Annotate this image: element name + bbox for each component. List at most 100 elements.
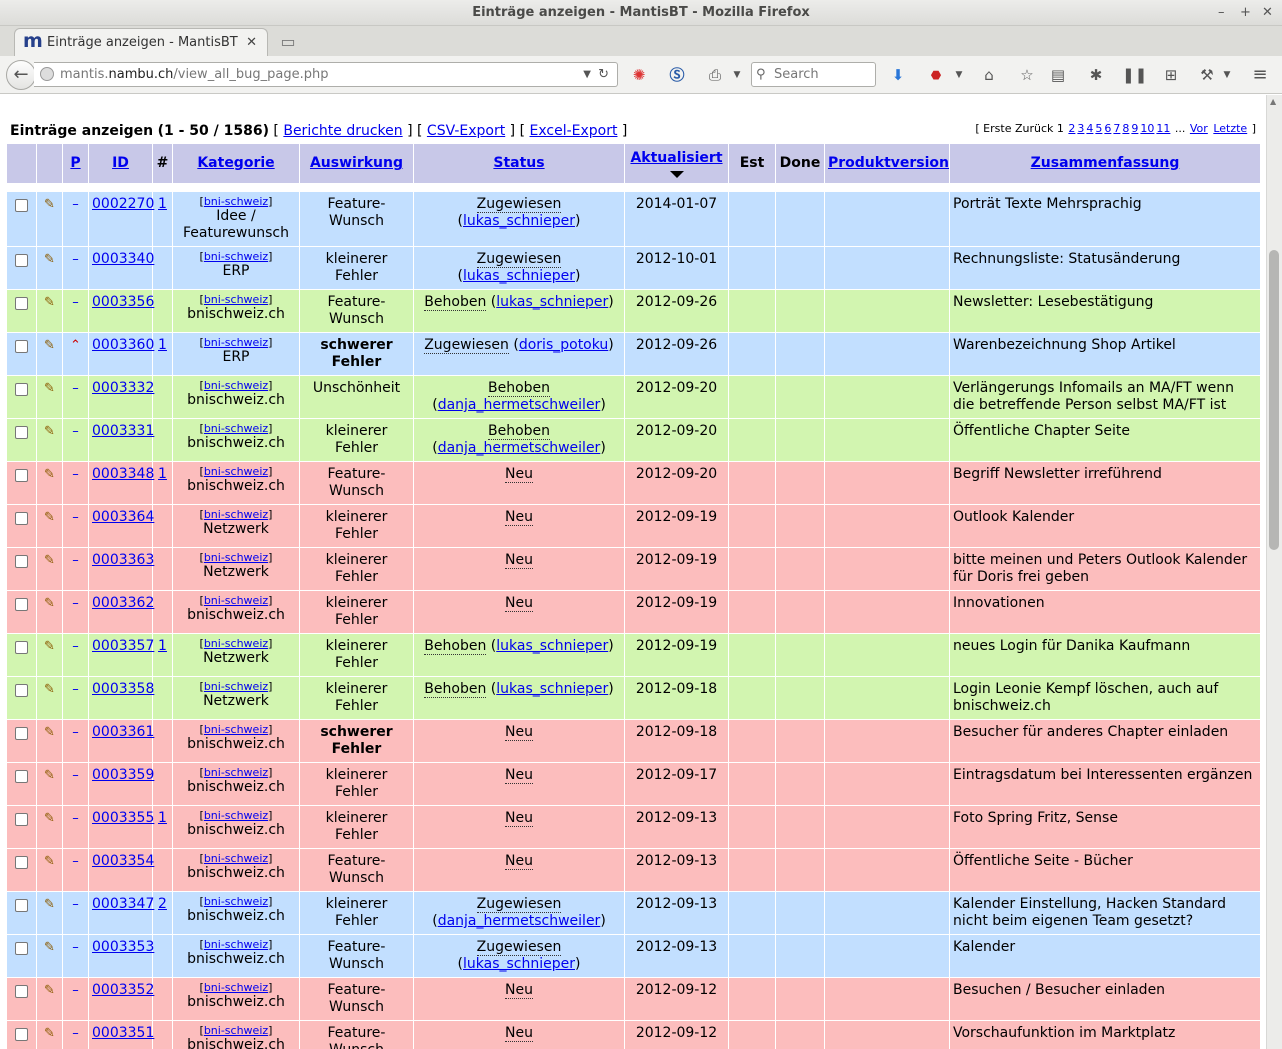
project-link[interactable]: bni-schweiz	[204, 422, 268, 435]
page-link[interactable]: 2	[1068, 122, 1075, 135]
project-link[interactable]: bni-schweiz	[204, 250, 268, 263]
edit-pencil-icon[interactable]: ✎	[44, 811, 55, 826]
handler-link[interactable]: lukas_schnieper	[463, 956, 575, 972]
edit-pencil-icon[interactable]: ✎	[44, 596, 55, 611]
project-link[interactable]: bni-schweiz	[204, 637, 268, 650]
page-link[interactable]: 4	[1086, 122, 1093, 135]
download-icon[interactable]: ⬇	[887, 64, 909, 86]
sort-updated-link[interactable]: Aktualisiert	[630, 150, 722, 166]
handler-link[interactable]: lukas_schnieper	[496, 638, 608, 654]
sort-category-link[interactable]: Kategorie	[197, 155, 274, 171]
bug-id-link[interactable]: 0003332	[92, 380, 154, 396]
bug-id-link[interactable]: 0003361	[92, 724, 154, 740]
url-dropdown-icon[interactable]: ▼	[583, 63, 591, 86]
back-button[interactable]: ←	[6, 60, 36, 90]
edit-pencil-icon[interactable]: ✎	[44, 682, 55, 697]
maximize-icon[interactable]: +	[1240, 0, 1251, 26]
project-link[interactable]: bni-schweiz	[204, 852, 268, 865]
excel-export-link[interactable]: Excel-Export	[530, 123, 618, 139]
row-checkbox[interactable]	[15, 297, 28, 310]
project-link[interactable]: bni-schweiz	[204, 680, 268, 693]
row-checkbox[interactable]	[15, 727, 28, 740]
bug-id-link[interactable]: 0003360	[92, 337, 154, 353]
print-reports-link[interactable]: Berichte drucken	[283, 123, 402, 139]
scrollbar-thumb[interactable]	[1269, 250, 1279, 550]
edit-pencil-icon[interactable]: ✎	[44, 510, 55, 525]
edit-pencil-icon[interactable]: ✎	[44, 639, 55, 654]
project-link[interactable]: bni-schweiz	[204, 594, 268, 607]
bug-id-link[interactable]: 0003348	[92, 466, 154, 482]
bug-id-link[interactable]: 0003355	[92, 810, 154, 826]
sort-summary-link[interactable]: Zusammenfassung	[1031, 155, 1180, 171]
row-checkbox[interactable]	[15, 426, 28, 439]
bug-id-link[interactable]: 0003352	[92, 982, 154, 998]
project-link[interactable]: bni-schweiz	[204, 293, 268, 306]
edit-pencil-icon[interactable]: ✎	[44, 424, 55, 439]
project-link[interactable]: bni-schweiz	[204, 379, 268, 392]
row-checkbox[interactable]	[15, 199, 28, 212]
edit-pencil-icon[interactable]: ✎	[44, 553, 55, 568]
row-checkbox[interactable]	[15, 598, 28, 611]
pagination-last-link[interactable]: Letzte	[1213, 122, 1247, 135]
row-checkbox[interactable]	[15, 985, 28, 998]
row-checkbox[interactable]	[15, 1028, 28, 1041]
project-link[interactable]: bni-schweiz	[204, 938, 268, 951]
project-link[interactable]: bni-schweiz	[204, 1024, 268, 1037]
row-checkbox[interactable]	[15, 856, 28, 869]
print-dropdown-icon[interactable]: ▼	[726, 64, 748, 86]
bug-id-link[interactable]: 0003347	[92, 896, 154, 912]
project-link[interactable]: bni-schweiz	[204, 981, 268, 994]
project-link[interactable]: bni-schweiz	[204, 465, 268, 478]
home-icon[interactable]: ⌂	[978, 64, 1000, 86]
row-checkbox[interactable]	[15, 469, 28, 482]
row-checkbox[interactable]	[15, 899, 28, 912]
edit-pencil-icon[interactable]: ✎	[44, 983, 55, 998]
edit-pencil-icon[interactable]: ✎	[44, 197, 55, 212]
sort-id-link[interactable]: ID	[112, 155, 129, 171]
notes-count-link[interactable]: 1	[158, 196, 167, 212]
bug-id-link[interactable]: 0003362	[92, 595, 154, 611]
menu-icon[interactable]: ≡	[1249, 64, 1271, 86]
project-link[interactable]: bni-schweiz	[204, 508, 268, 521]
page-link[interactable]: 5	[1095, 122, 1102, 135]
search-input[interactable]: ⚲ Search	[751, 62, 876, 87]
page-link[interactable]: 9	[1131, 122, 1138, 135]
addon-red-icon[interactable]: ✺	[628, 64, 650, 86]
close-window-icon[interactable]: ✕	[1262, 0, 1273, 26]
handler-link[interactable]: danja_hermetschweiler	[438, 397, 601, 413]
bug-id-link[interactable]: 0003354	[92, 853, 154, 869]
edit-pencil-icon[interactable]: ✎	[44, 381, 55, 396]
edit-pencil-icon[interactable]: ✎	[44, 295, 55, 310]
row-checkbox[interactable]	[15, 383, 28, 396]
bug-id-link[interactable]: 0003359	[92, 767, 154, 783]
project-link[interactable]: bni-schweiz	[204, 809, 268, 822]
row-checkbox[interactable]	[15, 770, 28, 783]
row-checkbox[interactable]	[15, 942, 28, 955]
browser-tab[interactable]: m Einträge anzeigen - MantisBT ✕	[14, 28, 268, 57]
notes-count-link[interactable]: 1	[158, 638, 167, 654]
page-link[interactable]: 3	[1077, 122, 1084, 135]
project-link[interactable]: bni-schweiz	[204, 551, 268, 564]
bug-id-link[interactable]: 0003358	[92, 681, 154, 697]
print-icon[interactable]: ⎙	[704, 64, 726, 86]
bookmark-star-icon[interactable]: ☆	[1016, 64, 1038, 86]
page-link[interactable]: 7	[1113, 122, 1120, 135]
edit-pencil-icon[interactable]: ✎	[44, 725, 55, 740]
new-tab-icon[interactable]: ▭	[276, 30, 300, 54]
bug-id-link[interactable]: 0003353	[92, 939, 154, 955]
url-bar[interactable]: mantis.nambu.ch/view_all_bug_page.php ▼ …	[34, 62, 618, 87]
tools-icon[interactable]: ⚒	[1196, 64, 1218, 86]
sort-priority-link[interactable]: P	[70, 155, 80, 171]
bug-id-link[interactable]: 0002270	[92, 196, 154, 212]
handler-link[interactable]: lukas_schnieper	[496, 294, 608, 310]
sort-version-link[interactable]: Produktversion	[828, 155, 949, 171]
firebug-icon[interactable]: ✱	[1085, 64, 1107, 86]
bookmarks-list-icon[interactable]: ▤	[1047, 64, 1069, 86]
row-checkbox[interactable]	[15, 512, 28, 525]
edit-pencil-icon[interactable]: ✎	[44, 940, 55, 955]
handler-link[interactable]: lukas_schnieper	[496, 681, 608, 697]
notes-count-link[interactable]: 1	[158, 337, 167, 353]
row-checkbox[interactable]	[15, 555, 28, 568]
close-tab-icon[interactable]: ✕	[246, 29, 257, 56]
csv-export-link[interactable]: CSV-Export	[427, 123, 505, 139]
